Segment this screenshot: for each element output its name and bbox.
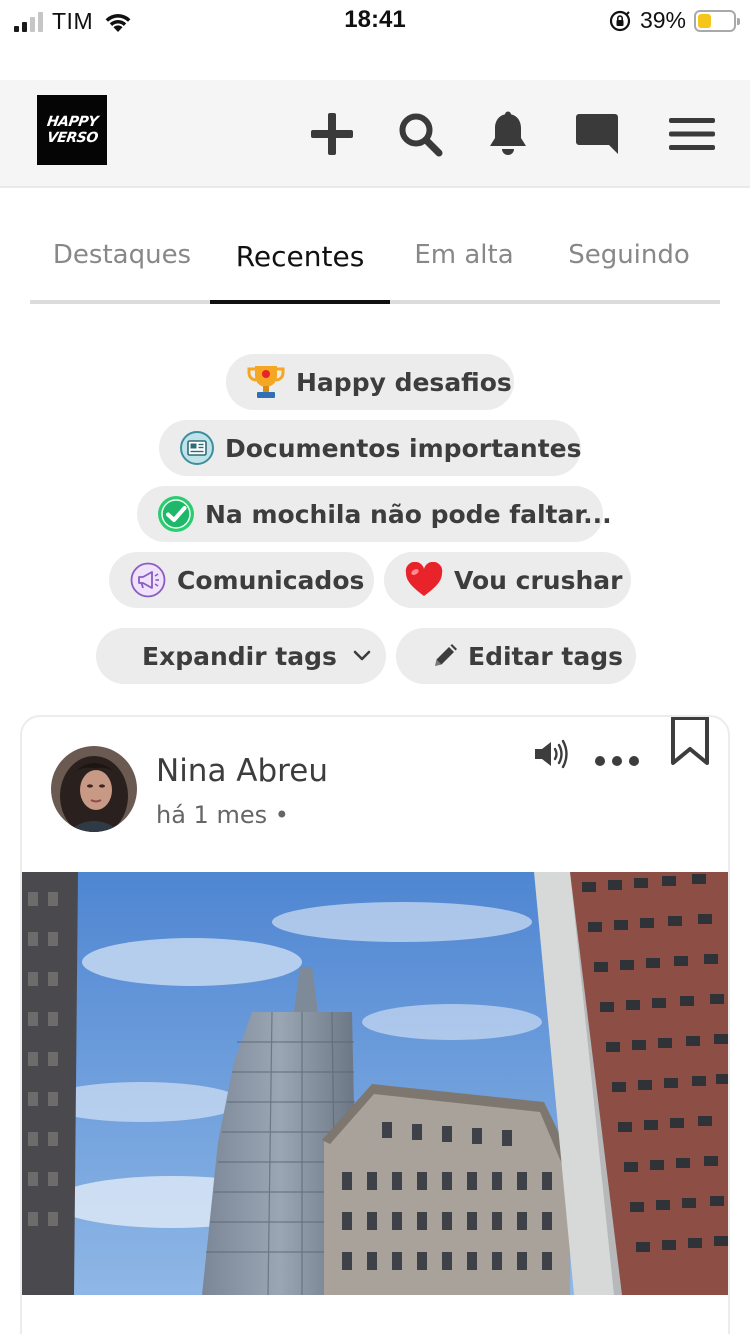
expand-tags-button[interactable]: Expandir tags (96, 628, 386, 684)
tag-na-mochila[interactable]: Na mochila não pode faltar... (137, 486, 612, 542)
search-icon[interactable] (396, 110, 444, 158)
edit-tags-button[interactable]: Editar tags (396, 628, 636, 684)
post-author[interactable]: Nina Abreu (156, 753, 328, 789)
tag-documentos-importantes[interactable]: Documentos importantes (159, 420, 581, 476)
avatar[interactable] (51, 746, 137, 832)
battery-level (698, 13, 712, 28)
megaphone-icon (129, 561, 167, 599)
bookmark-icon[interactable] (668, 717, 712, 767)
post-image[interactable] (22, 872, 728, 1295)
logo-text-line2: VERSO (45, 130, 99, 146)
post-card: Nina Abreu há 1 mes • (20, 715, 730, 1334)
trophy-icon (246, 362, 286, 402)
tag-label: Documentos importantes (225, 433, 582, 463)
hamburger-menu-icon[interactable] (668, 110, 716, 158)
feed-tabs: Destaques Recentes Em alta Seguindo (30, 226, 720, 304)
check-icon (157, 495, 195, 533)
pencil-icon (432, 643, 458, 669)
plus-icon[interactable] (308, 110, 356, 158)
tab-em-alta[interactable]: Em alta (382, 226, 546, 300)
speaker-icon[interactable] (532, 737, 570, 771)
battery-percent: 39% (639, 7, 686, 33)
tag-label: Comunicados (177, 565, 365, 595)
expand-tags-label: Expandir tags (142, 641, 337, 671)
logo-text-line1: HAPPY (45, 114, 99, 130)
more-options-icon[interactable] (592, 749, 642, 773)
heart-icon (404, 562, 444, 598)
bell-icon[interactable] (484, 110, 532, 158)
status-bar: TIM 18:41 39% (0, 0, 750, 44)
chevron-down-icon (353, 650, 371, 662)
tag-happy-desafios[interactable]: Happy desafios (226, 354, 514, 410)
status-right: 39% (608, 7, 740, 34)
tag-label: Happy desafios (296, 367, 512, 397)
tag-comunicados[interactable]: Comunicados (109, 552, 374, 608)
tab-seguindo[interactable]: Seguindo (542, 226, 716, 300)
orientation-lock-icon (608, 9, 632, 33)
tag-label: Na mochila não pode faltar... (205, 499, 612, 529)
app-header: HAPPY VERSO (0, 80, 750, 188)
tab-destaques[interactable]: Destaques (30, 226, 214, 300)
tag-vou-crushar[interactable]: Vou crushar (384, 552, 631, 608)
newspaper-icon (179, 430, 215, 466)
chat-bubble-icon[interactable] (573, 110, 621, 158)
edit-tags-label: Editar tags (468, 641, 623, 671)
tab-recentes[interactable]: Recentes (210, 226, 390, 300)
post-time: há 1 mes • (156, 801, 289, 829)
happyverso-logo[interactable]: HAPPY VERSO (37, 95, 107, 165)
active-tab-indicator (210, 300, 390, 304)
tag-label: Vou crushar (454, 565, 623, 595)
battery-icon (694, 9, 740, 32)
